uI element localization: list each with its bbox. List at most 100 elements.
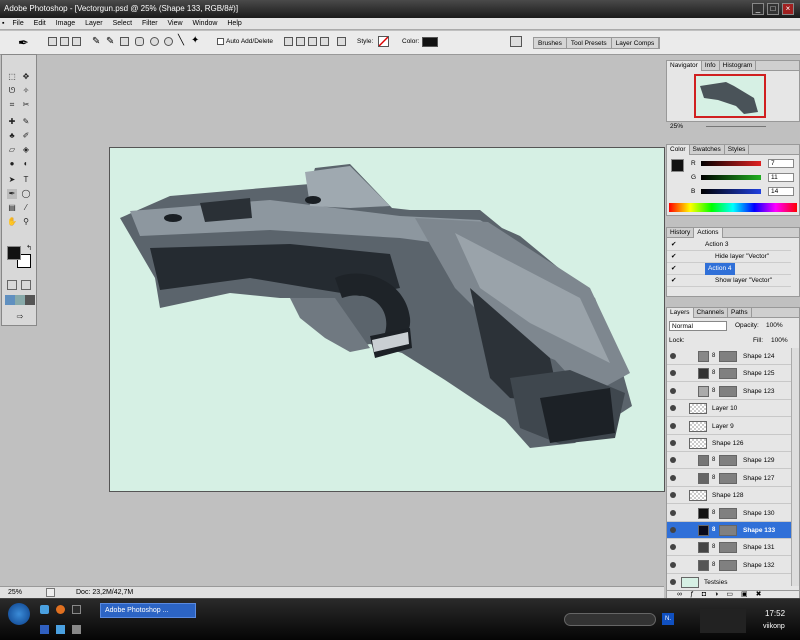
tab-styles[interactable]: Styles <box>725 145 750 155</box>
quicklaunch-icon-6[interactable] <box>72 625 81 634</box>
standard-mode-icon[interactable] <box>7 280 17 290</box>
eye-icon[interactable] <box>670 492 676 499</box>
rectangle-icon[interactable] <box>120 37 129 46</box>
tab-history[interactable]: History <box>667 228 695 238</box>
layer-row[interactable]: Layer 9 <box>667 418 791 435</box>
action-check-icon[interactable]: ✔ <box>671 275 676 287</box>
channel-value-r[interactable]: 7 <box>768 159 794 168</box>
layer-fill-thumbnail[interactable] <box>698 472 709 484</box>
screen-mode-full-icon[interactable] <box>25 295 35 305</box>
chain-link-icon[interactable]: 8 <box>712 452 715 469</box>
well-tab-brushes[interactable]: Brushes <box>534 38 567 49</box>
action-check-icon[interactable]: ✔ <box>671 263 676 275</box>
chain-link-icon[interactable]: 8 <box>712 348 715 365</box>
close-button[interactable]: × <box>782 3 794 15</box>
menu-window[interactable]: Window <box>189 18 222 30</box>
pen-icon[interactable]: ✎ <box>92 36 100 47</box>
quicklaunch-icon-5[interactable] <box>56 625 65 634</box>
type-tool-icon[interactable]: T <box>21 175 31 185</box>
history-brush-icon[interactable]: ✐ <box>21 131 31 141</box>
channel-value-g[interactable]: 11 <box>768 173 794 182</box>
layer-row[interactable]: 8 Shape 123 <box>667 383 791 400</box>
background-thumbnail[interactable] <box>681 577 699 589</box>
layer-row[interactable]: 8 Shape 127 <box>667 470 791 487</box>
vector-mask-thumbnail[interactable] <box>719 351 737 362</box>
chain-link-icon[interactable]: 8 <box>712 522 715 539</box>
rounded-rectangle-icon[interactable] <box>135 37 144 46</box>
link-layers-icon[interactable]: ∞ <box>677 591 690 598</box>
layer-row[interactable]: 8 Shape 132 <box>667 557 791 574</box>
tab-info[interactable]: Info <box>702 61 720 71</box>
layer-row[interactable]: 8 Shape 130 <box>667 505 791 522</box>
chain-link-icon[interactable]: 8 <box>712 539 715 556</box>
eye-icon[interactable] <box>670 370 676 377</box>
layer-row[interactable]: 8 Shape 125 <box>667 365 791 383</box>
paths-icon[interactable] <box>60 37 69 46</box>
channel-slider-b[interactable] <box>701 189 761 194</box>
screen-mode-full-menu-icon[interactable] <box>15 295 25 305</box>
quicklaunch-icon-4[interactable] <box>40 625 49 634</box>
channel-slider-r[interactable] <box>701 161 761 166</box>
eye-icon[interactable] <box>670 579 676 586</box>
fill-pixels-icon[interactable] <box>72 37 81 46</box>
vector-mask-thumbnail[interactable] <box>719 472 737 484</box>
chain-link-icon[interactable]: 8 <box>712 505 715 522</box>
channel-slider-g[interactable] <box>701 175 761 180</box>
vector-mask-thumbnail[interactable] <box>719 525 737 536</box>
crop-tool-icon[interactable]: ⌗ <box>7 100 17 110</box>
paint-bucket-icon[interactable]: ◈ <box>21 145 31 155</box>
eye-icon[interactable] <box>670 527 676 533</box>
marquee-tool-icon[interactable]: ⬚ <box>7 72 17 82</box>
combine-add-icon[interactable] <box>284 37 293 46</box>
clone-stamp-icon[interactable]: ♣ <box>7 131 17 141</box>
layer-row[interactable]: 8 Shape 133 <box>667 522 791 539</box>
menu-edit[interactable]: Edit <box>30 18 50 30</box>
layer-fill-thumbnail[interactable] <box>698 455 709 467</box>
swap-colors-icon[interactable]: ↰ <box>24 244 34 254</box>
new-group-icon[interactable]: ▭ <box>726 591 741 598</box>
layer-fill-thumbnail[interactable] <box>698 351 709 362</box>
auto-add-delete-checkbox[interactable] <box>217 38 224 45</box>
path-select-icon[interactable]: ➤ <box>7 175 17 185</box>
shape-layers-icon[interactable] <box>48 37 57 46</box>
layer-fill-thumbnail[interactable] <box>698 385 709 397</box>
menu-file[interactable]: File <box>8 18 27 30</box>
language-indicator[interactable]: N. <box>662 613 674 625</box>
layer-thumbnail[interactable] <box>689 490 707 502</box>
chain-link-icon[interactable]: 8 <box>712 470 715 487</box>
menu-select[interactable]: Select <box>109 18 136 30</box>
shape-tool-icon[interactable]: ◯ <box>21 189 31 199</box>
layer-thumbnail[interactable] <box>689 420 707 432</box>
palette-well-icon[interactable] <box>510 36 522 47</box>
layer-row[interactable]: 8 Shape 131 <box>667 539 791 557</box>
layer-mask-icon[interactable]: ◘ <box>702 591 714 598</box>
action-row[interactable]: ✔ Action 3 <box>667 239 791 251</box>
magic-wand-tool-icon[interactable]: ✧ <box>21 86 31 96</box>
minimize-button[interactable]: _ <box>752 3 764 15</box>
hand-tool-icon[interactable]: ✋ <box>7 217 17 227</box>
line-icon[interactable]: ╲ <box>178 35 184 46</box>
link-icon[interactable] <box>337 37 346 46</box>
layers-scrollbar[interactable] <box>791 348 799 586</box>
brush-tool-icon[interactable]: ✎ <box>21 117 31 127</box>
eye-icon[interactable] <box>670 353 676 359</box>
chain-link-icon[interactable]: 8 <box>712 383 715 400</box>
layer-fill-thumbnail[interactable] <box>698 559 709 571</box>
vector-mask-thumbnail[interactable] <box>719 368 737 380</box>
action-check-icon[interactable]: ✔ <box>671 239 676 251</box>
tab-channels[interactable]: Channels <box>694 308 728 318</box>
vector-mask-thumbnail[interactable] <box>719 385 737 397</box>
layer-fill-thumbnail[interactable] <box>698 525 709 536</box>
taskbar-photoshop-button[interactable]: Adobe Photoshop ... <box>100 603 196 618</box>
well-tab-tool-presets[interactable]: Tool Presets <box>567 38 612 49</box>
eye-icon[interactable] <box>670 474 676 481</box>
pen-tool-icon[interactable]: ✒ <box>18 35 29 51</box>
eye-icon[interactable] <box>670 440 676 446</box>
tab-swatches[interactable]: Swatches <box>690 145 725 155</box>
menu-view[interactable]: View <box>164 18 187 30</box>
color-foreground-swatch[interactable] <box>671 159 684 172</box>
vector-mask-thumbnail[interactable] <box>719 507 737 519</box>
layer-row[interactable]: Layer 10 <box>667 400 791 418</box>
vector-mask-thumbnail[interactable] <box>719 542 737 554</box>
combine-intersect-icon[interactable] <box>308 37 317 46</box>
